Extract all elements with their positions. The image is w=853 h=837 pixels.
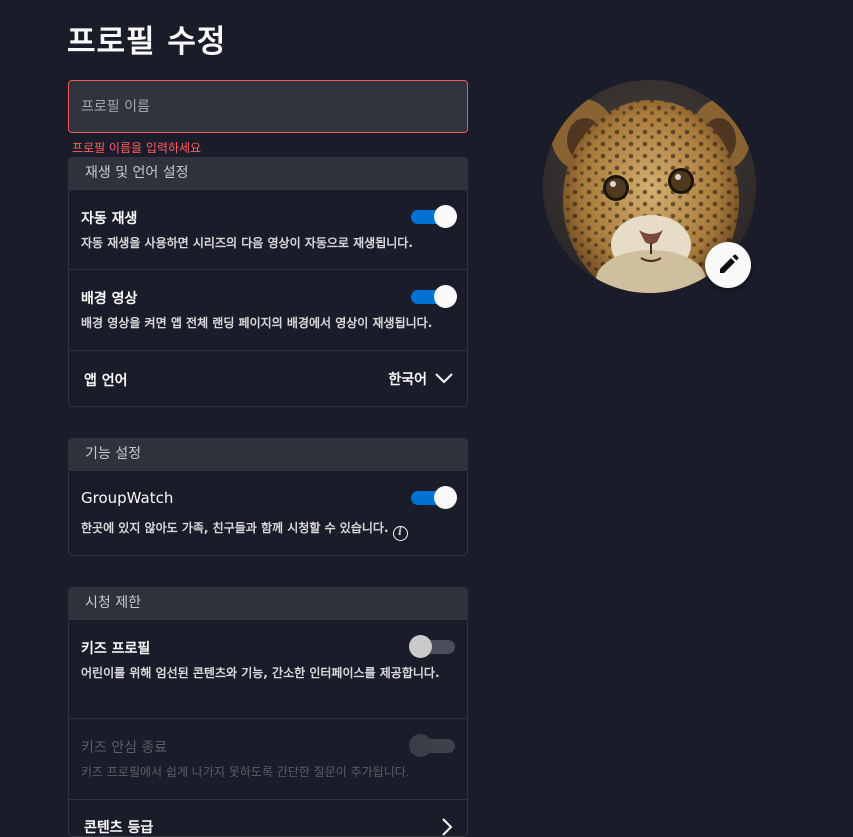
- pencil-icon: [720, 254, 739, 273]
- features-section-header: 기능 설정: [69, 439, 467, 470]
- groupwatch-toggle[interactable]: [411, 486, 457, 509]
- info-icon[interactable]: i: [392, 526, 408, 541]
- autoplay-toggle[interactable]: [411, 205, 457, 228]
- kids-safe-exit-row: 키즈 안심 종료 키즈 프로필에서 쉽게 나가지 못하도록 간단한 질문이 추가…: [69, 718, 467, 799]
- profile-name-input[interactable]: [68, 80, 468, 133]
- groupwatch-row: GroupWatch 한곳에 있지 않아도 가족, 친구들과 함께 시청할 수 …: [69, 470, 467, 555]
- kids-profile-row: 키즈 프로필 어린이를 위해 엄선된 콘텐츠와 기능, 간소한 인터페이스를 제…: [69, 619, 467, 718]
- background-video-toggle[interactable]: [411, 285, 457, 308]
- autoplay-desc: 자동 재생을 사용하면 시리즈의 다음 영상이 자동으로 재생됩니다.: [81, 236, 413, 250]
- chevron-right-icon[interactable]: [441, 818, 453, 836]
- kids-profile-desc: 어린이를 위해 엄선된 콘텐츠와 기능, 간소한 인터페이스를 제공합니다.: [81, 666, 440, 680]
- features-section: 기능 설정 GroupWatch 한곳에 있지 않아도 가족, 친구들과 함께 …: [68, 438, 468, 556]
- playback-section: 재생 및 언어 설정 자동 재생 자동 재생을 사용하면 시리즈의 다음 영상이…: [68, 157, 468, 407]
- content-rating-row[interactable]: 콘텐츠 등급: [69, 799, 467, 836]
- playback-section-header: 재생 및 언어 설정: [69, 158, 467, 189]
- groupwatch-desc: 한곳에 있지 않아도 가족, 친구들과 함께 시청할 수 있습니다.: [81, 521, 389, 535]
- background-video-desc: 배경 영상을 켜면 앱 전체 랜딩 페이지의 배경에서 영상이 재생됩니다.: [81, 316, 433, 330]
- kids-safe-exit-title: 키즈 안심 종료: [81, 740, 168, 756]
- edit-avatar-button[interactable]: [705, 242, 751, 288]
- background-video-title: 배경 영상: [81, 291, 138, 307]
- content-rating-title: 콘텐츠 등급: [84, 820, 154, 836]
- restrictions-section-header: 시청 제한: [69, 588, 467, 619]
- kids-profile-toggle[interactable]: [409, 635, 455, 658]
- autoplay-title: 자동 재생: [81, 211, 138, 227]
- autoplay-row: 자동 재생 자동 재생을 사용하면 시리즈의 다음 영상이 자동으로 재생됩니다…: [69, 189, 467, 269]
- kids-profile-title: 키즈 프로필: [81, 641, 151, 657]
- app-language-value[interactable]: 한국어: [388, 369, 427, 389]
- profile-name-error: 프로필 이름을 입력하세요: [72, 141, 202, 155]
- groupwatch-title: GroupWatch: [81, 489, 174, 507]
- restrictions-section: 시청 제한 키즈 프로필 어린이를 위해 엄선된 콘텐츠와 기능, 간소한 인터…: [68, 587, 468, 837]
- app-language-title: 앱 언어: [84, 373, 128, 389]
- app-language-row[interactable]: 앱 언어 한국어: [69, 350, 467, 406]
- kids-safe-exit-desc: 키즈 프로필에서 쉽게 나가지 못하도록 간단한 질문이 추가됩니다.: [81, 765, 410, 779]
- background-video-row: 배경 영상 배경 영상을 켜면 앱 전체 랜딩 페이지의 배경에서 영상이 재생…: [69, 269, 467, 350]
- page-title: 프로필 수정: [67, 24, 227, 60]
- kids-safe-exit-toggle: [409, 734, 455, 757]
- chevron-down-icon[interactable]: [435, 372, 453, 384]
- groupwatch-desc-line: 한곳에 있지 않아도 가족, 친구들과 함께 시청할 수 있습니다. i: [81, 519, 455, 541]
